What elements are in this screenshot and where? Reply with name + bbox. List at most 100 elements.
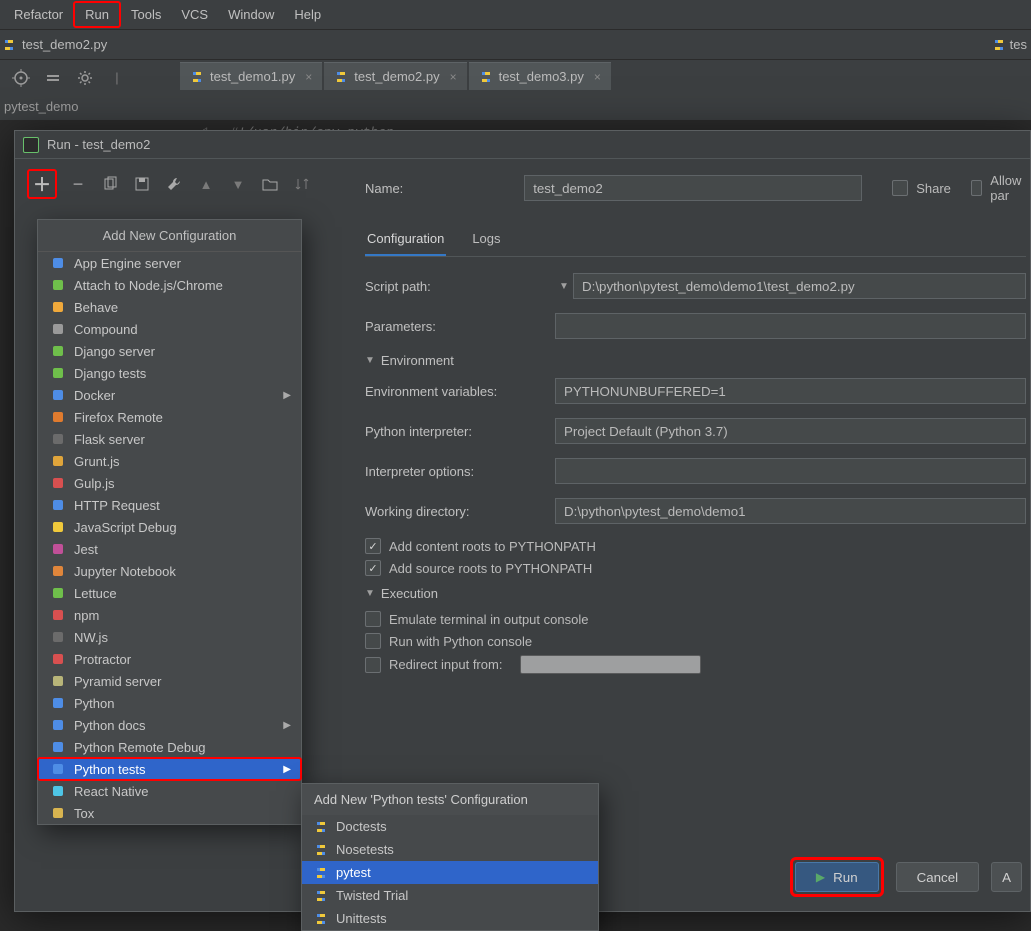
execution-section[interactable]: ▼Execution [365,586,1026,601]
config-type-python[interactable]: Python [38,692,301,714]
config-type-label: Pyramid server [74,674,161,689]
editor-tab-label: test_demo2.py [354,69,439,84]
config-type-docker[interactable]: Docker▶ [38,384,301,406]
menu-help[interactable]: Help [284,3,331,26]
breadcrumb[interactable]: pytest_demo [0,92,1031,120]
interp-options-input[interactable] [555,458,1026,484]
sort-icon[interactable] [291,173,313,195]
expand-icon[interactable] [44,69,62,87]
emulate-terminal-label: Emulate terminal in output console [389,612,588,627]
config-type-compound[interactable]: Compound [38,318,301,340]
config-type-javascript-debug[interactable]: JavaScript Debug [38,516,301,538]
apply-button[interactable]: A [991,862,1022,892]
add-config-button[interactable]: ＋ [27,169,57,199]
down-arrow-icon[interactable]: ▼ [227,173,249,195]
folder-icon[interactable] [259,173,281,195]
run-button[interactable]: ▶ Run [795,862,879,892]
config-type-http-request[interactable]: HTTP Request [38,494,301,516]
dropdown-icon[interactable]: ▼ [555,277,573,295]
editor-tab-test-demo3[interactable]: test_demo3.py × [469,62,611,90]
content-roots-checkbox[interactable] [365,538,381,554]
config-type-behave[interactable]: Behave [38,296,301,318]
config-type-gulp-js[interactable]: Gulp.js [38,472,301,494]
truncated-tab[interactable]: tes [1010,37,1027,52]
config-type-icon [50,585,66,601]
config-type-attach-to-node-js-chrome[interactable]: Attach to Node.js/Chrome [38,274,301,296]
submenu-item-label: Twisted Trial [336,888,408,903]
python-console-checkbox[interactable] [365,633,381,649]
python-tests-nosetests[interactable]: Nosetests [302,838,598,861]
config-type-django-tests[interactable]: Django tests [38,362,301,384]
python-tests-doctests[interactable]: Doctests [302,815,598,838]
python-tests-pytest[interactable]: pytest [302,861,598,884]
python-tests-unittests[interactable]: Unittests [302,907,598,930]
config-type-nw-js[interactable]: NW.js [38,626,301,648]
config-type-lettuce[interactable]: Lettuce [38,582,301,604]
config-type-django-server[interactable]: Django server [38,340,301,362]
cancel-button[interactable]: Cancel [896,862,980,892]
close-icon[interactable]: × [305,70,312,84]
editor-tab-test-demo2[interactable]: test_demo2.py × [324,62,466,90]
save-config-button[interactable] [131,173,153,195]
redirect-input-checkbox[interactable] [365,657,381,673]
config-type-icon [50,343,66,359]
config-type-protractor[interactable]: Protractor [38,648,301,670]
menu-vcs[interactable]: VCS [171,3,218,26]
name-input[interactable] [524,175,862,201]
workdir-input[interactable] [555,498,1026,524]
config-type-npm[interactable]: npm [38,604,301,626]
config-type-react-native[interactable]: React Native [38,780,301,802]
config-type-app-engine-server[interactable]: App Engine server [38,252,301,274]
copy-config-button[interactable] [99,173,121,195]
config-type-pyramid-server[interactable]: Pyramid server [38,670,301,692]
remove-config-button[interactable]: − [67,173,89,195]
config-type-python-docs[interactable]: Python docs▶ [38,714,301,736]
emulate-terminal-checkbox[interactable] [365,611,381,627]
close-icon[interactable]: × [594,70,601,84]
interpreter-select[interactable] [555,418,1026,444]
config-type-icon [50,277,66,293]
share-checkbox[interactable] [892,180,908,196]
config-type-firefox-remote[interactable]: Firefox Remote [38,406,301,428]
config-type-grunt-js[interactable]: Grunt.js [38,450,301,472]
allow-checkbox[interactable] [971,180,982,196]
up-arrow-icon[interactable]: ▲ [195,173,217,195]
config-type-label: Django tests [74,366,146,381]
menu-tools[interactable]: Tools [121,3,171,26]
config-type-label: Django server [74,344,155,359]
config-type-icon [50,453,66,469]
add-config-header: Add New Configuration [38,220,301,252]
tab-configuration[interactable]: Configuration [365,223,446,256]
script-path-input[interactable] [573,273,1026,299]
menu-window[interactable]: Window [218,3,284,26]
menu-run[interactable]: Run [73,1,121,28]
chevron-right-icon: ▶ [283,390,291,401]
python-tests-twisted-trial[interactable]: Twisted Trial [302,884,598,907]
parameters-input[interactable] [555,313,1026,339]
config-type-python-remote-debug[interactable]: Python Remote Debug [38,736,301,758]
environment-section[interactable]: ▼Environment [365,353,1026,368]
config-type-label: Firefox Remote [74,410,163,425]
config-type-tox[interactable]: Tox [38,802,301,824]
target-icon[interactable] [12,69,30,87]
dialog-titlebar[interactable]: Run - test_demo2 [15,131,1030,159]
tab-logs[interactable]: Logs [470,223,502,256]
config-type-icon [50,387,66,403]
menu-refactor[interactable]: Refactor [4,3,73,26]
close-icon[interactable]: × [450,70,457,84]
open-file-name[interactable]: test_demo2.py [22,37,107,52]
editor-tab-test-demo1[interactable]: test_demo1.py × [180,62,322,90]
config-type-flask-server[interactable]: Flask server [38,428,301,450]
config-type-label: Lettuce [74,586,117,601]
gear-icon[interactable] [76,69,94,87]
config-type-icon [50,497,66,513]
config-type-jest[interactable]: Jest [38,538,301,560]
source-roots-checkbox[interactable] [365,560,381,576]
config-type-python-tests[interactable]: Python tests▶ [38,758,301,780]
config-type-jupyter-notebook[interactable]: Jupyter Notebook [38,560,301,582]
python-icon [314,843,328,857]
wrench-icon[interactable] [163,173,185,195]
envvars-input[interactable] [555,378,1026,404]
config-type-icon [50,563,66,579]
config-type-label: Jupyter Notebook [74,564,176,579]
